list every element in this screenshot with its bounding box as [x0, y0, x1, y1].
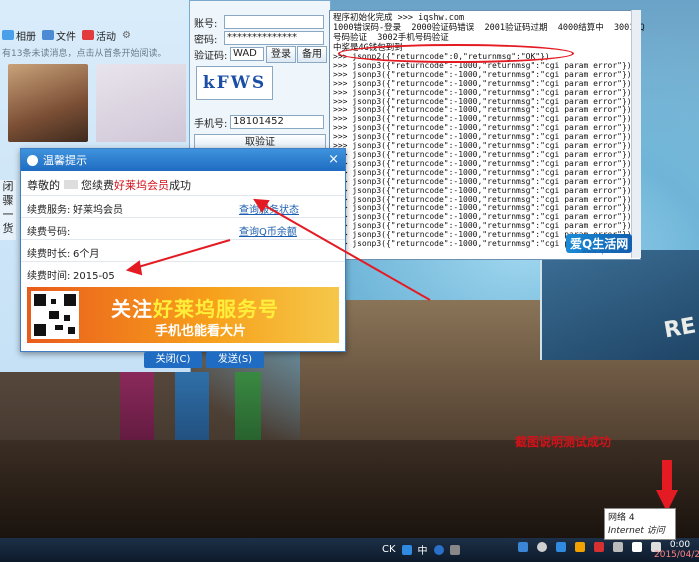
settings-icon[interactable]	[449, 544, 460, 555]
ime-ck[interactable]: CK	[382, 544, 396, 555]
tray-icon[interactable]	[575, 542, 585, 552]
annotation-arrows	[125, 198, 431, 301]
tray-icon[interactable]	[594, 542, 604, 552]
success-annotation: 截图说明测试成功	[515, 435, 612, 449]
network-tooltip: 网络 4 Internet 访问	[604, 508, 676, 540]
tray-icon[interactable]	[537, 542, 547, 552]
tray-icon[interactable]	[518, 542, 528, 552]
clock-time: 0:00	[669, 540, 691, 550]
tray-icon[interactable]	[556, 542, 566, 552]
arrow-head	[125, 260, 143, 276]
flag-icon[interactable]	[613, 542, 623, 552]
ime-chinese[interactable]: 中	[418, 542, 428, 557]
taskbar-clock[interactable]: 0:00 2015/04/22	[654, 540, 699, 560]
arrow-to-service	[254, 199, 431, 301]
arrow-head	[253, 198, 270, 213]
tooltip-line: 网络 4	[608, 513, 635, 523]
system-tray	[518, 542, 661, 552]
tooltip-line: Internet 访问	[608, 526, 665, 536]
clock-date: 2015/04/22	[654, 550, 699, 560]
down-arrow-icon	[656, 460, 678, 512]
qq-tray-icon[interactable]	[401, 544, 412, 555]
arrow-to-time	[127, 239, 231, 271]
ime-bar: CK 中	[382, 542, 460, 557]
help-icon[interactable]	[433, 544, 444, 555]
network-icon[interactable]	[632, 542, 642, 552]
